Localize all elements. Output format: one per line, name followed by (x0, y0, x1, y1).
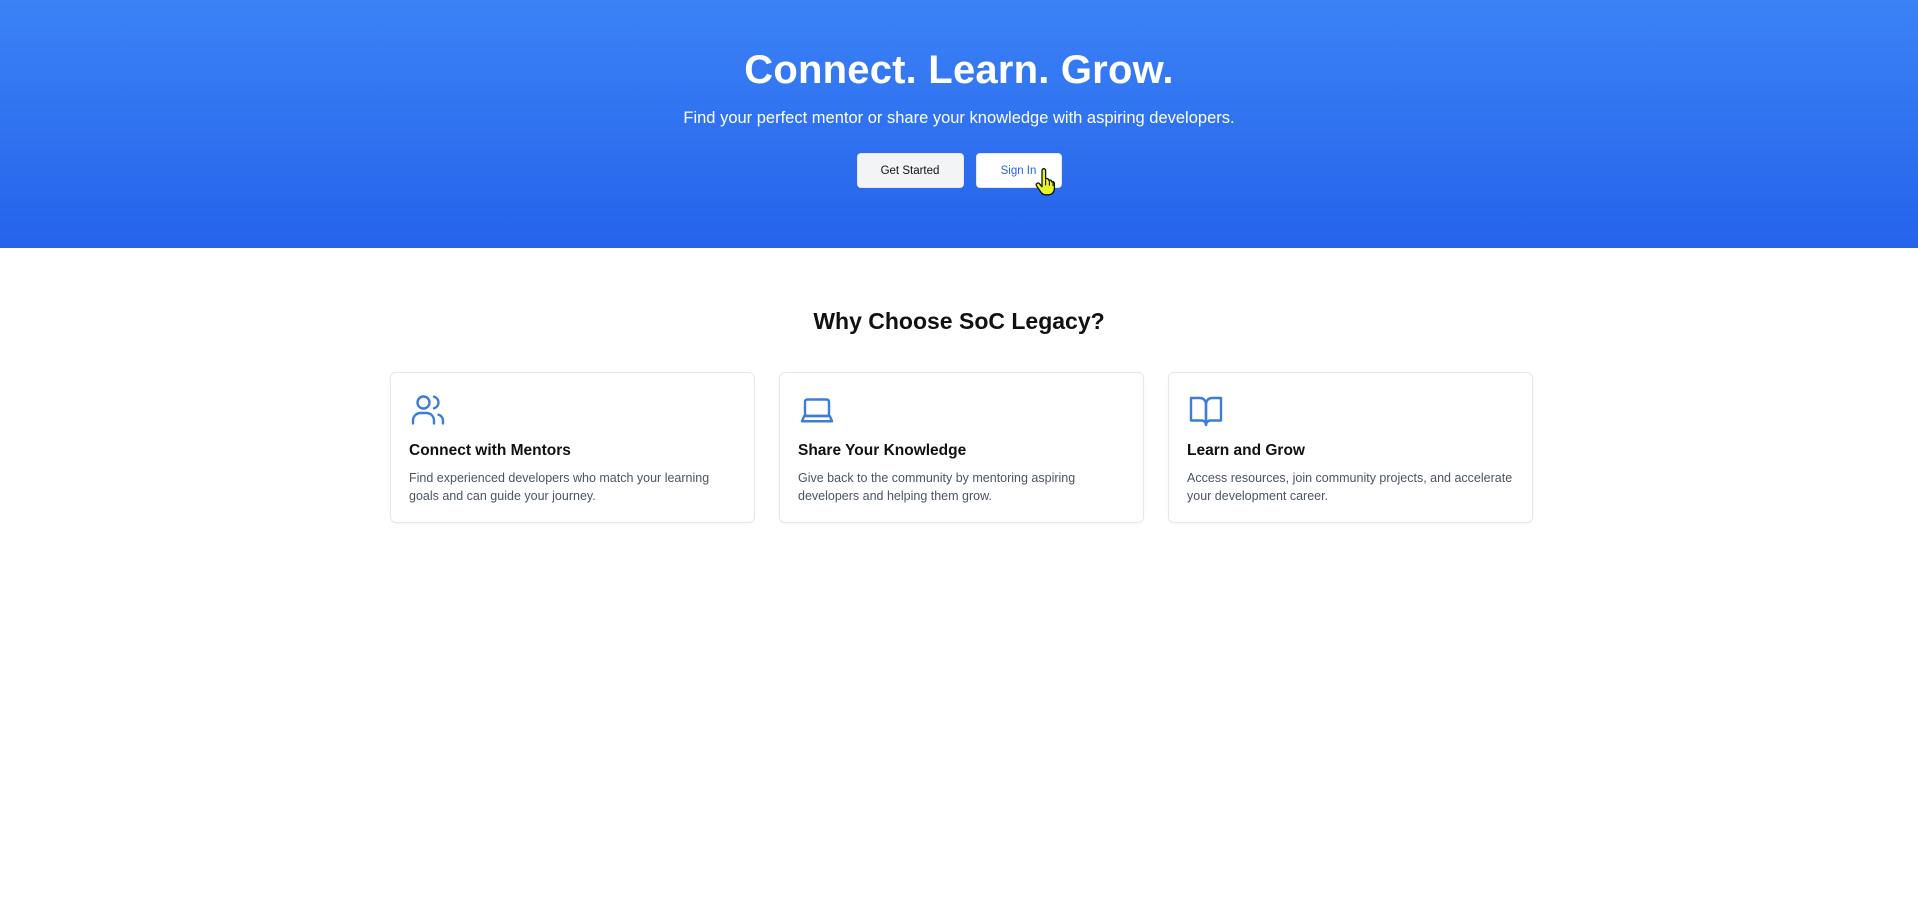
feature-card-grow: Learn and Grow Access resources, join co… (1168, 372, 1533, 523)
feature-card-mentors: Connect with Mentors Find experienced de… (390, 372, 755, 523)
get-started-button[interactable]: Get Started (856, 153, 964, 188)
feature-card-description: Access resources, join community project… (1187, 471, 1513, 503)
users-icon (411, 395, 445, 425)
book-open-icon (1189, 396, 1223, 427)
feature-card-title: Learn and Grow (1187, 442, 1305, 459)
hand-pointer-cursor-icon (1035, 168, 1056, 196)
laptop-icon (800, 398, 834, 423)
feature-card-title: Connect with Mentors (409, 442, 571, 459)
features-grid: Connect with Mentors Find experienced de… (390, 372, 1533, 523)
feature-card-knowledge: Share Your Knowledge Give back to the co… (779, 372, 1144, 523)
feature-card-description: Find experienced developers who match yo… (409, 471, 710, 503)
feature-card-title: Share Your Knowledge (798, 442, 967, 459)
feature-card-description: Give back to the community by mentoring … (798, 471, 1076, 503)
hero-title: Connect. Learn. Grow. (744, 48, 1174, 92)
features-heading: Why Choose SoC Legacy? (813, 308, 1105, 334)
hero-actions: Get Started Sign In (0, 153, 1918, 188)
hero-subtitle: Find your perfect mentor or share your k… (683, 109, 1235, 127)
hero-banner: Connect. Learn. Grow. Find your perfect … (0, 0, 1918, 248)
